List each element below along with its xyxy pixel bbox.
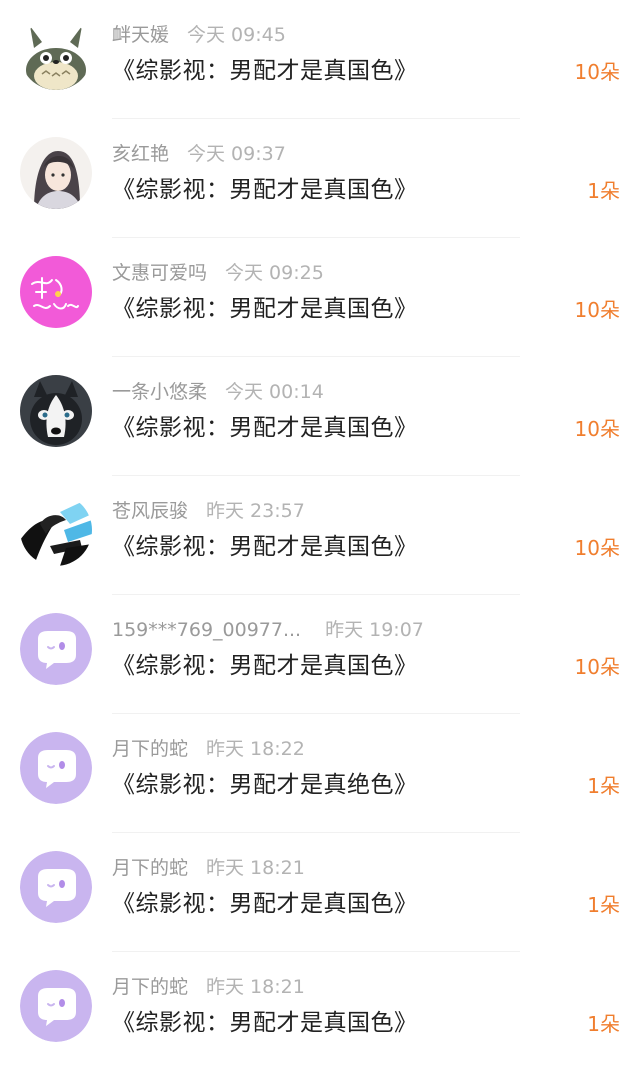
anime-portrait-avatar[interactable] <box>20 137 92 209</box>
timestamp: 昨天 18:21 <box>206 857 305 879</box>
flower-count: 10朵 <box>574 60 620 84</box>
default-chat-avatar[interactable] <box>20 970 92 1042</box>
user-name[interactable]: 亥红艳 <box>112 141 169 167</box>
user-name[interactable]: 衅天媛 <box>112 22 169 48</box>
list-item[interactable]: 文惠可爱吗 今天 09:25 《综影视：男配才是真国色》 10朵 <box>0 238 640 357</box>
user-name[interactable]: 苍风辰骏 <box>112 498 188 524</box>
user-name[interactable]: 月下的蛇 <box>112 974 188 1000</box>
book-title[interactable]: 《综影视：男配才是真国色》 <box>112 175 418 205</box>
timestamp: 昨天 18:22 <box>206 738 305 760</box>
pink-text-avatar[interactable] <box>20 256 92 328</box>
user-name[interactable]: 一条小悠柔 <box>112 379 207 405</box>
flower-count: 1朵 <box>587 893 620 917</box>
totoro-avatar[interactable] <box>20 18 92 90</box>
list-item[interactable]: 亥红艳 今天 09:37 《综影视：男配才是真国色》 1朵 <box>0 119 640 238</box>
user-name[interactable]: 159***769_00977... <box>112 617 301 643</box>
flower-count: 1朵 <box>587 774 620 798</box>
timestamp: 昨天 18:21 <box>206 976 305 998</box>
default-chat-avatar[interactable] <box>20 613 92 685</box>
book-title[interactable]: 《综影视：男配才是真国色》 <box>112 532 418 562</box>
book-title[interactable]: 《综影视：男配才是真国色》 <box>112 1008 418 1038</box>
flower-count: 1朵 <box>587 179 620 203</box>
timestamp: 今天 09:45 <box>187 24 286 46</box>
flower-count: 10朵 <box>574 417 620 441</box>
list-item[interactable]: 衅天媛 今天 09:45 《综影视：男配才是真国色》 10朵 <box>0 0 640 119</box>
user-name[interactable]: 月下的蛇 <box>112 736 188 762</box>
default-chat-avatar[interactable] <box>20 732 92 804</box>
user-name[interactable]: 文惠可爱吗 <box>112 260 207 286</box>
husky-avatar[interactable] <box>20 375 92 447</box>
timestamp: 今天 00:14 <box>225 381 324 403</box>
book-title[interactable]: 《综影视：男配才是真国色》 <box>112 651 418 681</box>
timestamp: 今天 09:25 <box>225 262 324 284</box>
book-title[interactable]: 《综影视：男配才是真国色》 <box>112 413 418 443</box>
flower-count: 10朵 <box>574 655 620 679</box>
flower-count: 1朵 <box>587 1012 620 1036</box>
book-title[interactable]: 《综影视：男配才是真国色》 <box>112 889 418 919</box>
anime-sketch-avatar[interactable] <box>20 494 92 566</box>
book-title[interactable]: 《综影视：男配才是真国色》 <box>112 56 418 86</box>
timestamp: 昨天 23:57 <box>206 500 305 522</box>
user-name[interactable]: 月下的蛇 <box>112 855 188 881</box>
default-chat-avatar[interactable] <box>20 851 92 923</box>
book-title[interactable]: 《综影视：男配才是真绝色》 <box>112 770 418 800</box>
timestamp: 昨天 19:07 <box>325 619 424 641</box>
list-item[interactable]: 月下的蛇 昨天 18:21 《综影视：男配才是真国色》 1朵 <box>0 833 640 952</box>
list-item[interactable]: 月下的蛇 昨天 18:21 《综影视：男配才是真国色》 1朵 <box>0 952 640 1071</box>
list-item[interactable]: 一条小悠柔 今天 00:14 《综影视：男配才是真国色》 10朵 <box>0 357 640 476</box>
list-item[interactable]: 159***769_00977... 昨天 19:07 《综影视：男配才是真国色》… <box>0 595 640 714</box>
list-item[interactable]: 苍风辰骏 昨天 23:57 《综影视：男配才是真国色》 10朵 <box>0 476 640 595</box>
timestamp: 今天 09:37 <box>187 143 286 165</box>
book-title[interactable]: 《综影视：男配才是真国色》 <box>112 294 418 324</box>
flower-count: 10朵 <box>574 298 620 322</box>
list-item[interactable]: 月下的蛇 昨天 18:22 《综影视：男配才是真绝色》 1朵 <box>0 714 640 833</box>
flower-count: 10朵 <box>574 536 620 560</box>
